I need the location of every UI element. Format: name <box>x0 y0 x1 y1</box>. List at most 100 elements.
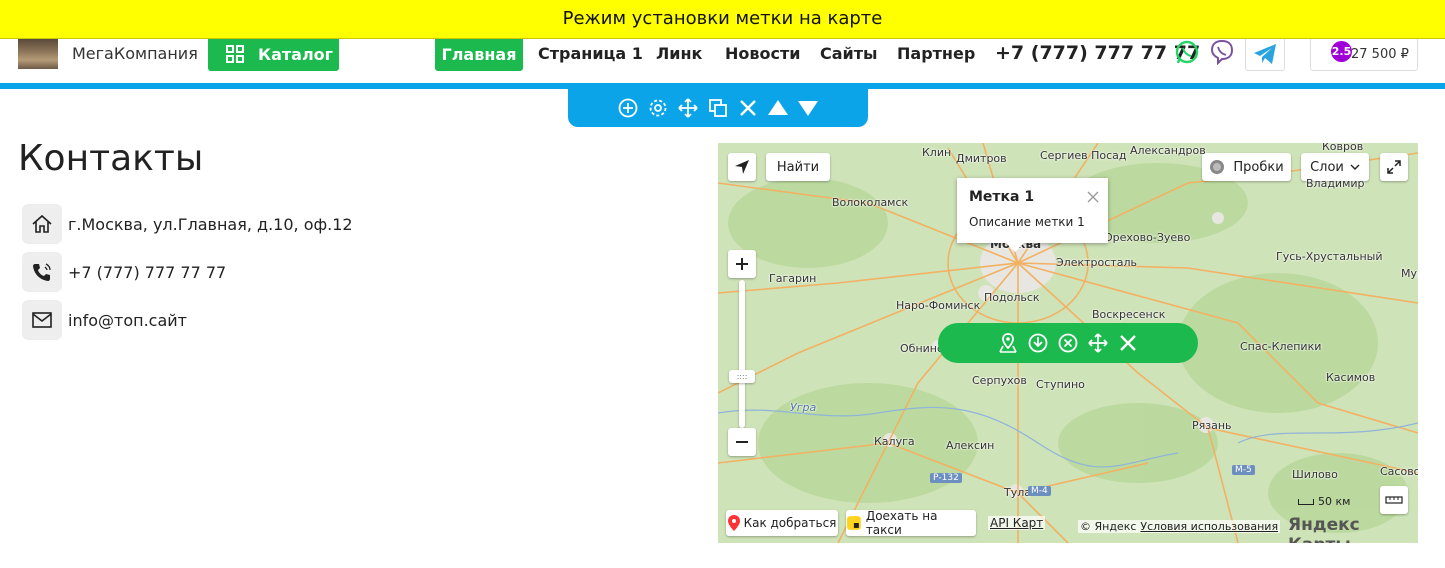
ruler-button[interactable] <box>1380 486 1408 514</box>
fullscreen-button[interactable] <box>1380 153 1408 181</box>
telegram-button[interactable] <box>1245 39 1285 71</box>
nav-link[interactable]: Линк <box>656 44 702 63</box>
home-icon <box>32 214 52 233</box>
map-city: Тула <box>1004 486 1032 499</box>
geolocation-button[interactable] <box>728 153 756 181</box>
move-icon <box>678 97 698 118</box>
arrow-up-icon <box>768 99 788 115</box>
mail-icon <box>32 312 52 328</box>
nav-page1[interactable]: Страница 1 <box>538 44 643 63</box>
map-city: Ковров <box>1322 143 1364 153</box>
mode-banner-text: Режим установки метки на карте <box>562 8 883 29</box>
close-map-mode-button[interactable] <box>1117 332 1139 354</box>
gear-icon <box>649 99 667 116</box>
cart-total: 27 500 ₽ <box>1351 46 1409 62</box>
zoom-slider-track[interactable] <box>739 280 745 428</box>
map-city: Орехово-Зуево <box>1104 231 1191 244</box>
road-sign: Р-132 <box>930 473 962 483</box>
cart-badge: 2.5 <box>1331 41 1352 62</box>
add-block-button[interactable] <box>617 97 639 119</box>
map-find-button[interactable]: Найти <box>766 153 830 181</box>
save-placemark-button[interactable] <box>1027 332 1049 354</box>
map-city: Владимир <box>1306 177 1365 190</box>
mode-banner: Режим установки метки на карте <box>0 0 1445 39</box>
yandex-maps-logo[interactable]: Яндекс Карты <box>1288 515 1418 543</box>
arrow-down-icon <box>798 100 818 116</box>
navigation-arrow-icon <box>735 160 749 174</box>
cancel-placemark-button[interactable] <box>1057 332 1079 354</box>
route-label: Как добраться <box>743 516 837 530</box>
zoom-in-button[interactable] <box>728 250 756 278</box>
taxi-button[interactable]: Доехать на такси <box>846 509 976 537</box>
catalog-label: Каталог <box>258 44 334 64</box>
ruler-icon <box>1385 496 1403 504</box>
balloon-description: Описание метки 1 <box>969 215 1085 229</box>
map-city: Муром <box>1401 267 1418 280</box>
map-city: Рязань <box>1192 419 1232 432</box>
map-city: Александров <box>1130 144 1206 157</box>
map-city: Касимов <box>1326 371 1376 384</box>
map-city: Электросталь <box>1056 256 1137 269</box>
map-city: Гусь-Хрустальный <box>1276 250 1383 263</box>
company-name[interactable]: МегаКомпания <box>72 44 198 63</box>
balloon-close-icon[interactable] <box>1087 191 1099 203</box>
map-pin-icon <box>999 333 1017 353</box>
zoom-out-button[interactable] <box>728 428 756 456</box>
grid-icon <box>226 45 244 63</box>
expand-icon <box>1387 160 1401 174</box>
viber-icon[interactable] <box>1209 39 1235 65</box>
move-block-button[interactable] <box>677 97 699 119</box>
traffic-icon <box>1210 160 1225 174</box>
logo-image[interactable] <box>18 39 58 69</box>
download-icon <box>1028 333 1048 353</box>
taxi-icon <box>846 516 861 530</box>
map-scale: 50 км <box>1298 495 1350 508</box>
map-city: Сасово <box>1380 465 1418 478</box>
nav-news[interactable]: Новости <box>725 44 800 63</box>
header-phone[interactable]: +7 (777) 777 77 77 <box>995 42 1200 64</box>
move-map-button[interactable] <box>1087 332 1109 354</box>
map-city: Гагарин <box>769 272 817 285</box>
delete-block-button[interactable] <box>737 97 759 119</box>
move-up-button[interactable] <box>767 97 789 119</box>
mail-icon-box <box>22 300 62 340</box>
balloon-tail <box>1005 242 1025 252</box>
map-copyright: © Яндекс Условия использования <box>1078 520 1281 533</box>
set-placemark-button[interactable] <box>997 332 1019 354</box>
settings-button[interactable] <box>647 97 669 119</box>
map-city: Волоколамск <box>832 196 909 209</box>
contact-email-text[interactable]: info@топ.сайт <box>68 311 187 330</box>
map-city: Спас-Клепики <box>1240 340 1322 353</box>
telegram-icon <box>1254 44 1276 64</box>
nav-partner[interactable]: Партнер <box>897 44 975 63</box>
move-down-button[interactable] <box>797 97 819 119</box>
route-button[interactable]: Как добраться <box>726 510 838 536</box>
map-city: Дмитров <box>956 152 1007 165</box>
balloon-title: Метка 1 <box>969 189 1035 205</box>
chevron-down-icon <box>1350 164 1360 170</box>
map-city: Наро-Фоминск <box>896 299 981 312</box>
road-sign: М-5 <box>1232 465 1255 475</box>
nav-sites[interactable]: Сайты <box>820 44 878 63</box>
map-city: Сергиев Посад <box>1040 149 1127 162</box>
map-city: Шилово <box>1292 468 1338 481</box>
map-pin-red-icon <box>727 515 740 531</box>
traffic-button[interactable]: Пробки <box>1202 153 1291 181</box>
terms-link[interactable]: Условия использования <box>1140 520 1278 533</box>
catalog-button[interactable]: Каталог <box>208 39 339 71</box>
close-icon <box>740 99 756 116</box>
site-header: МегаКомпания Каталог Главная Страница 1 … <box>0 39 1445 83</box>
contact-phone-text[interactable]: +7 (777) 777 77 77 <box>68 263 226 282</box>
whatsapp-icon[interactable] <box>1174 39 1200 65</box>
minus-icon <box>736 441 748 443</box>
move-icon <box>1088 333 1108 353</box>
cart-button[interactable]: 27 500 ₽ <box>1310 39 1418 71</box>
map-scale-label: 50 км <box>1318 495 1351 508</box>
nav-home[interactable]: Главная <box>435 39 523 71</box>
zoom-slider-handle[interactable]: :::: <box>729 370 755 383</box>
map-city: Калуга <box>874 435 915 448</box>
block-edit-toolbar <box>568 88 868 127</box>
copy-block-button[interactable] <box>707 97 729 119</box>
copyright-text: © Яндекс <box>1080 520 1137 533</box>
api-link[interactable]: API Карт <box>988 516 1046 530</box>
